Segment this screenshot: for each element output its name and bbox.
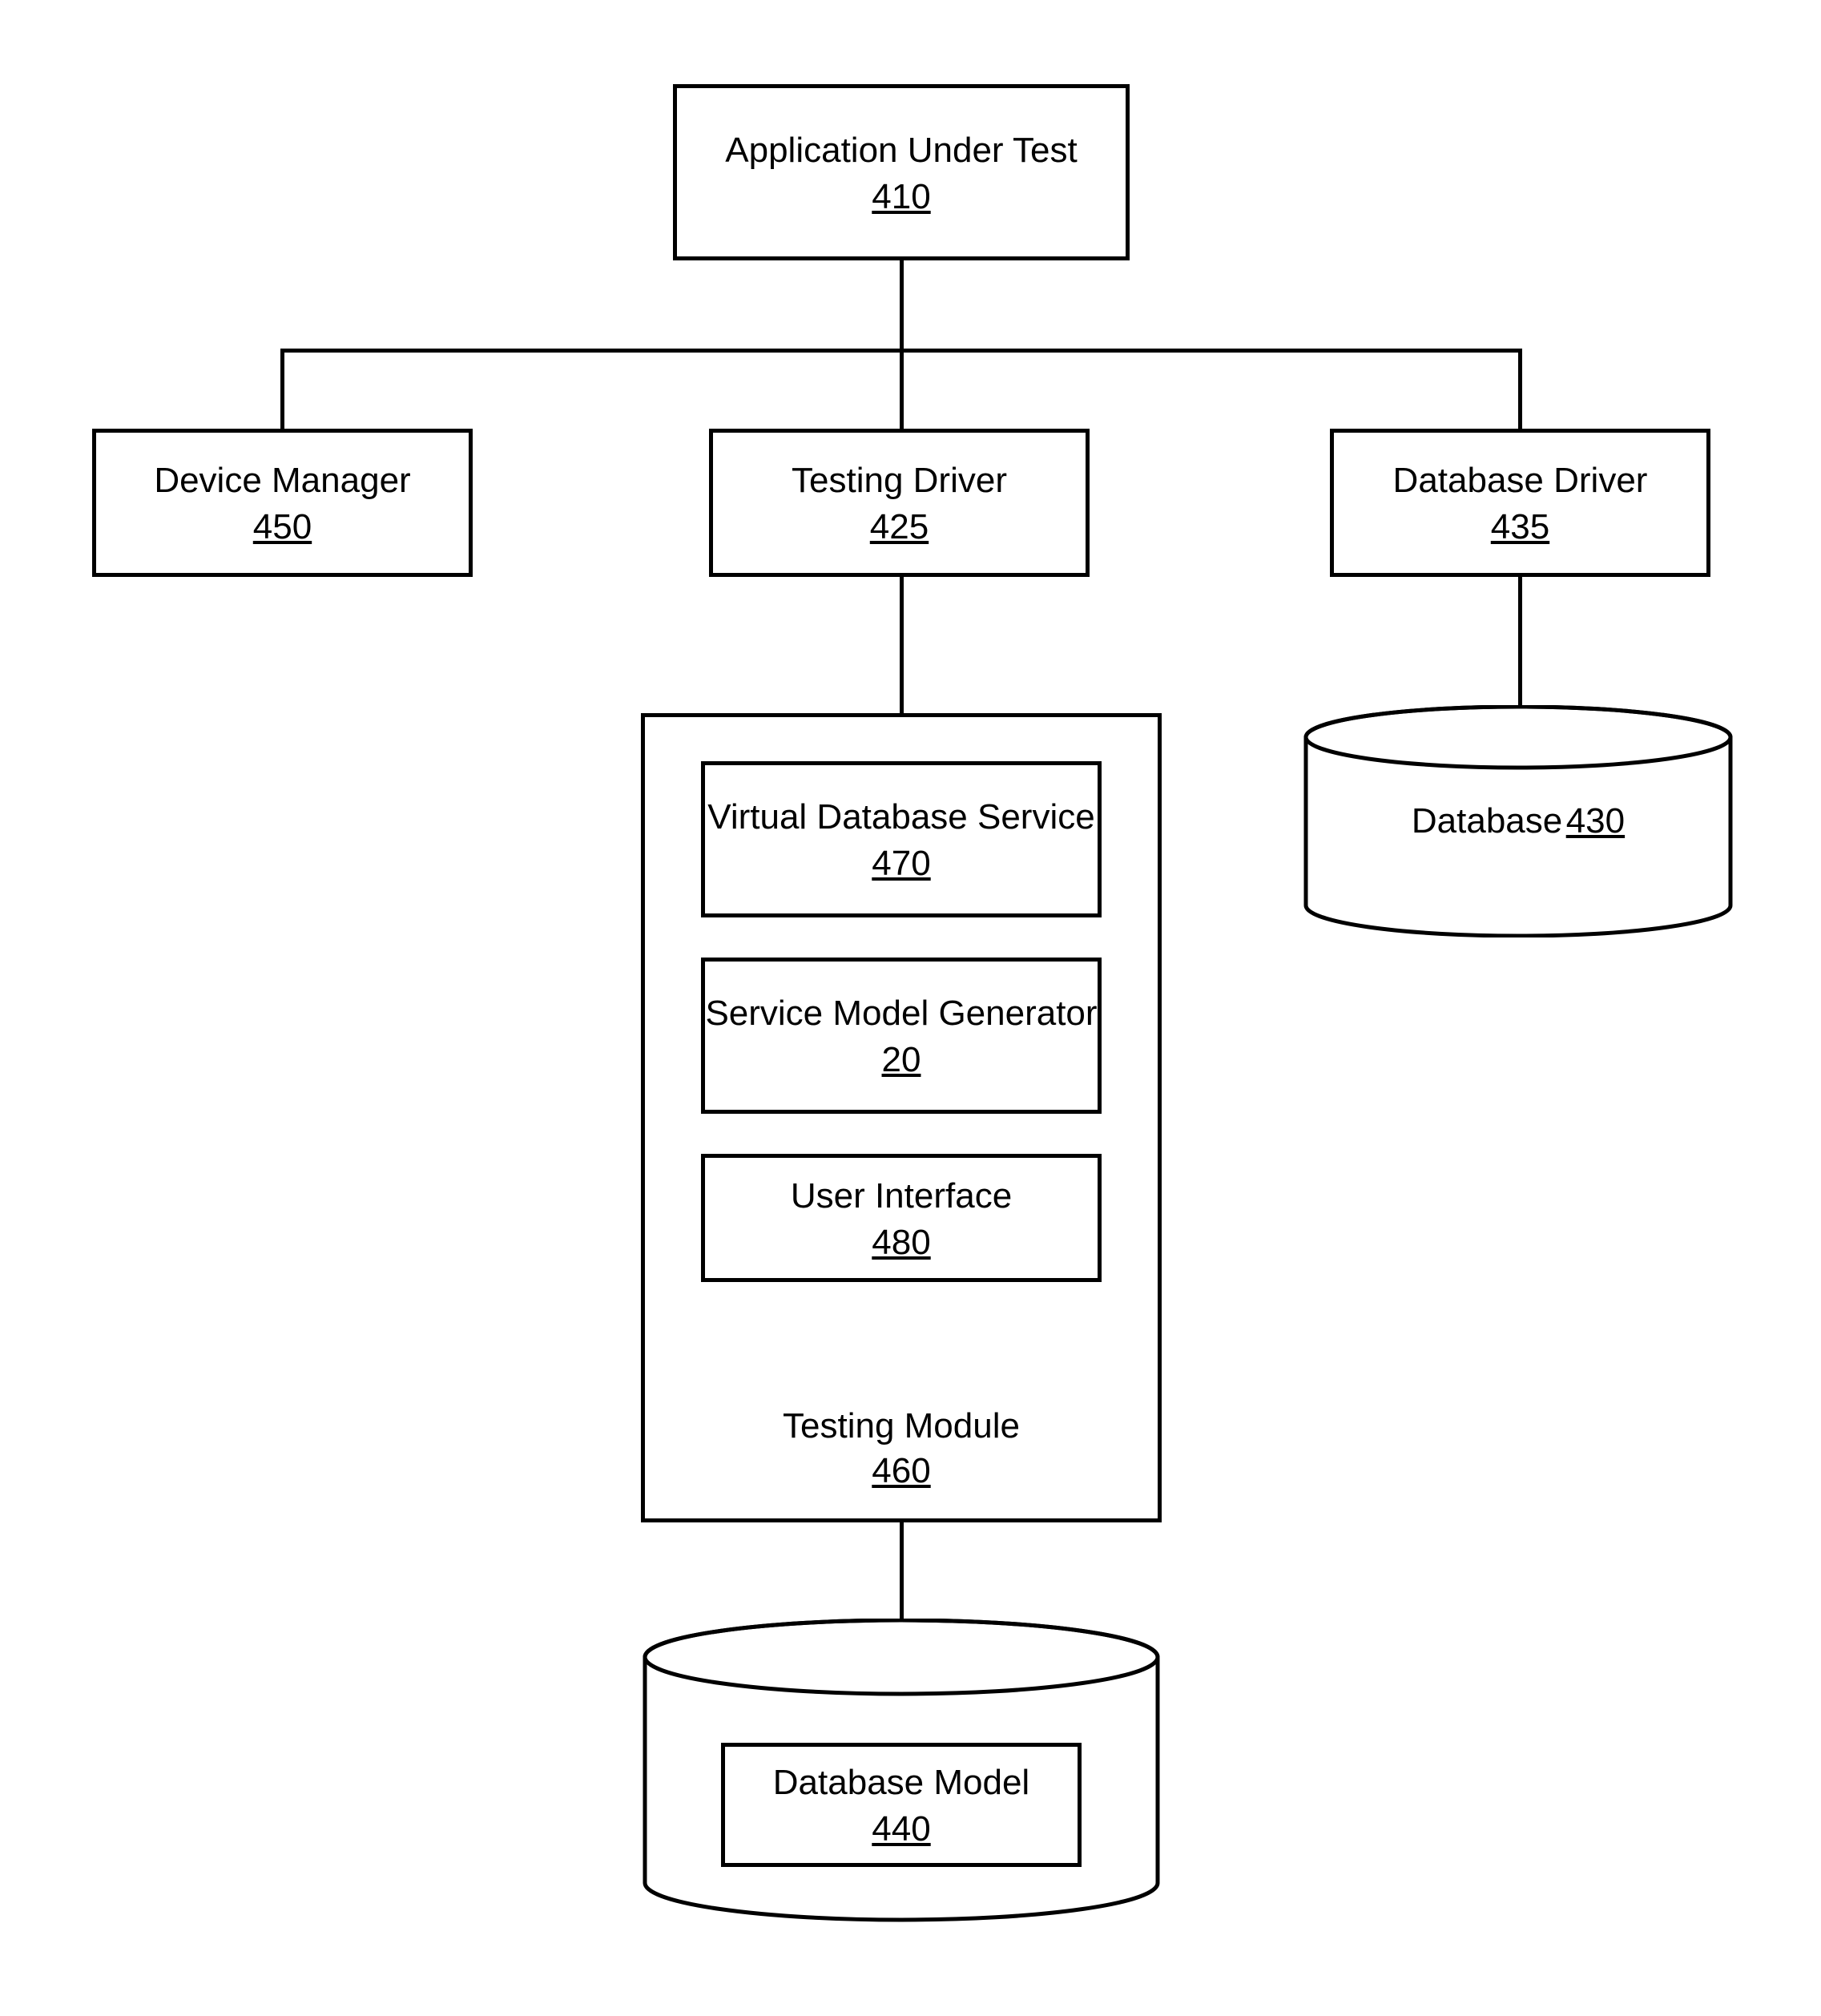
box-device-manager: Device Manager 450 (92, 429, 473, 577)
box-database-model: Database Model 440 (721, 1743, 1082, 1867)
label-device-manager: Device Manager (154, 458, 410, 502)
connector (1518, 577, 1522, 717)
num-ui: 480 (872, 1223, 930, 1263)
num-vds: 470 (872, 844, 930, 884)
num-database: 430 (1566, 801, 1625, 841)
num-device-manager: 450 (253, 507, 312, 547)
box-testing-driver: Testing Driver 425 (709, 429, 1090, 577)
connector (900, 577, 904, 713)
box-database-driver: Database Driver 435 (1330, 429, 1710, 577)
label-tm-text: Testing Module (641, 1406, 1162, 1446)
num-testing-module: 460 (872, 1451, 930, 1491)
label-testing-driver: Testing Driver (792, 458, 1007, 502)
label-vds: Virtual Database Service (707, 795, 1094, 839)
label-ui: User Interface (791, 1174, 1012, 1218)
box-virtual-db-service: Virtual Database Service 470 (701, 761, 1102, 917)
num-testing-driver: 425 (870, 507, 929, 547)
cylinder-database: Database 430 (1302, 705, 1734, 937)
box-user-interface: User Interface 480 (701, 1154, 1102, 1282)
connector (900, 260, 904, 349)
num-aut: 410 (872, 177, 930, 217)
num-db-model: 440 (872, 1809, 930, 1849)
box-service-model-generator: Service Model Generator 20 (701, 958, 1102, 1114)
label-database-driver: Database Driver (1393, 458, 1648, 502)
label-smg: Service Model Generator (705, 991, 1097, 1035)
label-aut: Application Under Test (725, 128, 1077, 172)
num-smg: 20 (882, 1040, 921, 1080)
num-database-driver: 435 (1491, 507, 1549, 547)
connector (900, 349, 904, 429)
connector (280, 349, 284, 429)
label-testing-module: Testing Module 460 (641, 1406, 1162, 1491)
label-database: Database (1412, 801, 1562, 841)
connector (1518, 349, 1522, 429)
box-application-under-test: Application Under Test 410 (673, 84, 1130, 260)
connector (900, 1522, 904, 1627)
label-db-model: Database Model (773, 1760, 1029, 1804)
